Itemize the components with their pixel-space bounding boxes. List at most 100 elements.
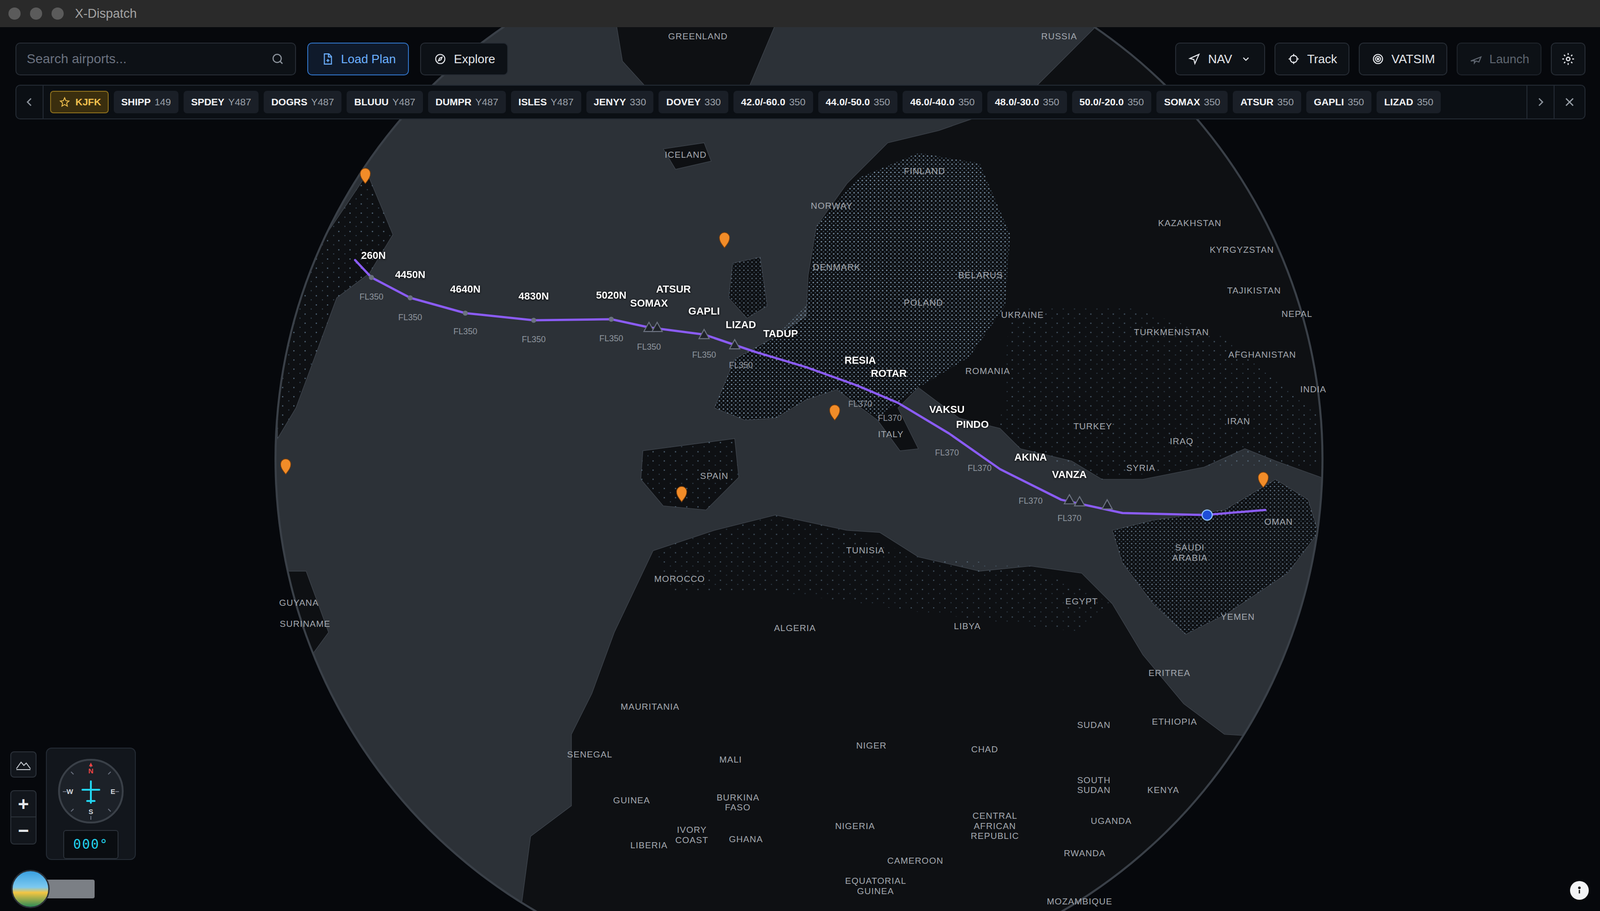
route-chip[interactable]: SPDEYY487: [183, 90, 259, 114]
chip-detail: Y487: [311, 94, 334, 110]
waypoint-label[interactable]: VAKSU: [929, 401, 965, 417]
route-chip[interactable]: DOVEY330: [658, 90, 729, 114]
mode-button[interactable]: Track: [1274, 42, 1350, 76]
waypoint-label[interactable]: AKINA: [1014, 449, 1048, 466]
route-chip[interactable]: 44.0/-50.0350: [818, 90, 898, 114]
route-chip[interactable]: 46.0/-40.0350: [902, 90, 983, 114]
user-status[interactable]: [11, 870, 95, 909]
zoom-out-button[interactable]: −: [11, 817, 36, 845]
route-chip[interactable]: ATSUR350: [1232, 90, 1302, 114]
waypoint-label[interactable]: 4640N: [450, 281, 481, 297]
close-route-button[interactable]: [1553, 85, 1585, 119]
country-label: RUSSIA: [1041, 31, 1078, 43]
chip-detail: Y487: [475, 94, 499, 110]
country-label: NORWAY: [810, 200, 853, 212]
title-bar: X-Dispatch: [0, 0, 1600, 28]
waypoint-label[interactable]: ROTAR: [870, 365, 907, 382]
waypoint-label[interactable]: ATSUR: [656, 281, 691, 297]
country-label: GREENLAND: [668, 31, 728, 43]
country-label: EGYPT: [1065, 596, 1098, 608]
chevron-right-icon[interactable]: [1534, 96, 1547, 109]
file-plus-icon: [320, 51, 335, 67]
waypoint-label[interactable]: RESIA: [844, 352, 876, 369]
route-chip[interactable]: 50.0/-20.0350: [1072, 90, 1152, 114]
chip-detail: 350: [789, 94, 806, 110]
country-label: ICELAND: [664, 149, 707, 161]
country-label: SYRIA: [1126, 463, 1156, 474]
star-icon: [57, 95, 72, 110]
waypoint-label[interactable]: 4830N: [518, 288, 549, 304]
country-label: MAURITANIA: [620, 702, 680, 713]
route-chip[interactable]: LIZAD350: [1376, 90, 1441, 114]
search-box[interactable]: [15, 42, 297, 76]
route-chip[interactable]: 42.0/-60.0350: [733, 90, 814, 114]
waypoint-label[interactable]: PINDO: [955, 416, 989, 433]
compass-dial[interactable]: NESW: [58, 759, 124, 824]
country-label: SUDAN: [1077, 720, 1112, 731]
scroll-left-button[interactable]: [16, 85, 44, 119]
chip-name: LIZAD: [1384, 94, 1414, 110]
close-icon[interactable]: [1563, 96, 1576, 109]
chevron-left-icon[interactable]: [23, 96, 36, 109]
settings-button[interactable]: [1550, 42, 1586, 76]
compass-icon: [433, 51, 448, 67]
button-label: Launch: [1489, 50, 1530, 69]
globe-map[interactable]: [0, 27, 1600, 911]
country-label: CENTRAL AFRICAN REPUBLIC: [970, 811, 1020, 843]
route-chip[interactable]: SHIPP149: [113, 90, 179, 114]
route-chip[interactable]: BLUUUY487: [346, 90, 423, 114]
route-chip[interactable]: GAPLI350: [1306, 90, 1372, 114]
route-chip[interactable]: SOMAX350: [1156, 90, 1228, 114]
flight-level-label: FL350: [398, 311, 423, 324]
map-view[interactable]: 260NFL3504450NFL3504640NFL3504830NFL3505…: [0, 27, 1600, 911]
route-strip: KJFKSHIPP149SPDEYY487DOGRSY487BLUUUY487D…: [15, 84, 1586, 120]
compass-letter: N: [88, 767, 94, 775]
route-chip[interactable]: KJFK: [50, 90, 109, 114]
mode-button[interactable]: VATSIM: [1358, 42, 1448, 76]
terrain-icon: [15, 758, 32, 771]
compass-letter: S: [88, 808, 94, 816]
country-label: MOZAMBIQUE: [1046, 896, 1113, 908]
chip-name: 44.0/-50.0: [825, 94, 871, 110]
terrain-button[interactable]: [10, 751, 37, 778]
route-chip[interactable]: 48.0/-30.0350: [987, 90, 1067, 114]
search-input[interactable]: [26, 49, 266, 69]
mode-button[interactable]: NAV: [1175, 42, 1266, 76]
country-label: SOUTH SUDAN: [1077, 775, 1112, 797]
waypoint-label[interactable]: 4450N: [394, 266, 426, 283]
waypoint-label[interactable]: 260N: [361, 247, 386, 263]
zoom-window-icon[interactable]: [51, 7, 64, 20]
toolbar-button[interactable]: Load Plan: [307, 42, 409, 76]
country-label: POLAND: [903, 297, 944, 309]
compass-letter: W: [66, 788, 74, 796]
chip-detail: 350: [1416, 94, 1434, 110]
route-chip[interactable]: DUMPRY487: [428, 90, 506, 114]
route-chip[interactable]: JENYY330: [586, 90, 654, 114]
route-chip[interactable]: ISLESY487: [511, 90, 582, 114]
zoom-in-button[interactable]: +: [11, 791, 36, 818]
scroll-right-button[interactable]: [1526, 85, 1554, 119]
button-label: Explore: [453, 50, 496, 69]
country-label: CHAD: [970, 744, 999, 756]
info-button[interactable]: [1570, 881, 1589, 901]
avatar[interactable]: [11, 870, 50, 909]
user-name-bar: [43, 880, 95, 899]
zoom-controls: + −: [10, 790, 37, 845]
minimize-window-icon[interactable]: [29, 7, 43, 20]
waypoint-label[interactable]: SOMAX: [629, 295, 668, 312]
route-chip[interactable]: DOGRSY487: [263, 90, 342, 114]
country-label: IVORY COAST: [675, 825, 709, 846]
waypoint-label[interactable]: 5020N: [596, 287, 627, 303]
info-icon[interactable]: [1573, 884, 1586, 897]
country-label: GUINEA: [613, 795, 651, 807]
waypoint-label[interactable]: GAPLI: [688, 303, 720, 319]
close-window-icon[interactable]: [8, 7, 21, 20]
chip-name: 48.0/-30.0: [994, 94, 1040, 110]
waypoint-label[interactable]: LIZAD: [725, 316, 756, 333]
waypoint-label[interactable]: VANZA: [1051, 466, 1087, 483]
waypoint-label[interactable]: TADUP: [763, 325, 799, 342]
toolbar-button[interactable]: Explore: [420, 42, 509, 76]
search-icon[interactable]: [270, 51, 285, 67]
chip-detail: 350: [1347, 94, 1364, 110]
country-label: UKRAINE: [1000, 310, 1044, 321]
